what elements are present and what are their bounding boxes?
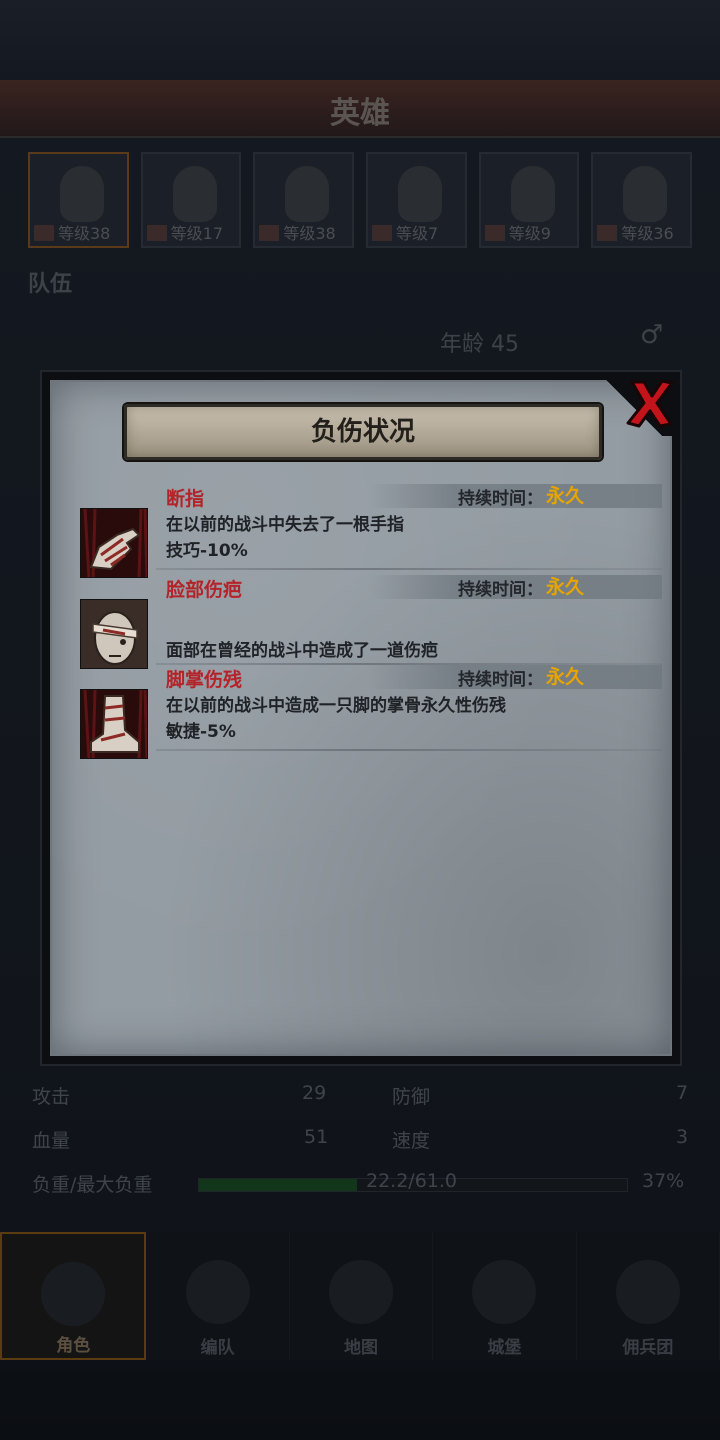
- hero-slot-6[interactable]: 等级36: [591, 152, 693, 248]
- stat-row: 攻击 29 防御 7: [32, 1082, 689, 1108]
- injury-effect: 敏捷-5%: [166, 722, 236, 742]
- swords-icon: [185, 1260, 250, 1324]
- hero-level: 等级36: [621, 224, 674, 243]
- hero-slot-3[interactable]: 等级38: [253, 152, 355, 248]
- hero-portrait: [623, 166, 668, 222]
- bandaged-face-icon: [80, 599, 148, 669]
- screen-title: 英雄: [330, 96, 390, 131]
- hero-portrait: [60, 166, 104, 222]
- hero-portrait: [285, 166, 330, 222]
- divider: [156, 749, 662, 751]
- injury-name: 脚掌伤残: [166, 669, 243, 691]
- castle-icon: [472, 1260, 537, 1324]
- injury-effect: 技巧-10%: [166, 541, 248, 561]
- class-icon: [34, 225, 54, 241]
- load-bar-fill: [199, 1179, 358, 1191]
- hero-portrait: [398, 166, 443, 222]
- hero-portrait: [510, 166, 555, 222]
- hero-portrait: [172, 166, 217, 222]
- bandaged-foot-icon: [80, 689, 148, 759]
- load-row: 负重/最大负重 22.2/61.0 37%: [32, 1170, 685, 1196]
- close-button[interactable]: [624, 376, 676, 430]
- dialog-title: 负伤状况: [310, 417, 415, 447]
- hero-roster: 等级38 等级17 等级38 等级7 等级9 等级36: [28, 152, 693, 252]
- class-icon: [372, 225, 393, 241]
- hero-slot-1[interactable]: 等级38: [28, 152, 129, 248]
- hero-slot-2[interactable]: 等级17: [140, 152, 242, 248]
- hero-level: 等级9: [508, 224, 551, 243]
- age-readout: 年龄 45: [440, 332, 520, 357]
- team-label: 队伍: [28, 272, 73, 297]
- mercenary-icon: [615, 1260, 680, 1324]
- injury-description: 在以前的战斗中失去了一根手指: [166, 515, 404, 535]
- injury-name: 脸部伤疤: [166, 579, 243, 601]
- injury-description: 在以前的战斗中造成一只脚的掌骨永久性伤残: [166, 696, 506, 716]
- hero-slot-4[interactable]: 等级7: [366, 152, 467, 248]
- dialog-title-banner: 负伤状况: [124, 404, 602, 460]
- knight-icon: [41, 1262, 106, 1326]
- duration-value: 永久: [546, 485, 585, 507]
- hero-level: 等级7: [396, 224, 439, 243]
- class-icon: [597, 225, 618, 241]
- hero-slot-5[interactable]: 等级9: [478, 152, 580, 248]
- class-icon: [484, 225, 505, 241]
- duration-label: 持续时间：: [458, 489, 543, 509]
- hero-level: 等级38: [283, 224, 336, 243]
- bandaged-hand-icon: [80, 508, 148, 578]
- gender-icon: ♂: [640, 320, 664, 350]
- close-x-icon: [626, 379, 674, 428]
- injury-description: 面部在曾经的战斗中造成了一道伤疤: [166, 641, 438, 661]
- nav-formation[interactable]: 编队: [146, 1232, 290, 1360]
- stat-row: 血量 51 速度 3: [32, 1126, 689, 1152]
- duration-value: 永久: [546, 576, 585, 598]
- injury-item: 持续时间： 永久 脚掌伤残 在以前的战斗中造成一只脚的掌骨永久性伤残 敏捷-5%: [78, 665, 662, 759]
- duration-value: 永久: [546, 666, 585, 688]
- nav-character[interactable]: 角色: [0, 1232, 147, 1360]
- hero-level: 等级38: [58, 224, 111, 243]
- hero-level: 等级17: [170, 224, 224, 243]
- divider: [156, 568, 662, 570]
- class-icon: [146, 225, 167, 241]
- injury-item: 持续时间： 永久 断指 在以前的战斗中失去了一根手指 技巧-10%: [78, 484, 662, 578]
- nav-map[interactable]: 地图: [290, 1232, 434, 1360]
- nav-castle[interactable]: 城堡: [433, 1232, 577, 1360]
- injury-name: 断指: [166, 488, 205, 510]
- class-icon: [259, 225, 280, 241]
- bottom-nav: 角色 编队 地图 城堡 佣兵团: [0, 1232, 720, 1360]
- duration-label: 持续时间：: [458, 670, 543, 690]
- injury-item: 持续时间： 永久 脸部伤疤 面部在曾经的战斗中造成了一道伤疤: [78, 575, 662, 669]
- compass-icon: [329, 1260, 394, 1324]
- nav-mercenaries[interactable]: 佣兵团: [577, 1232, 720, 1360]
- duration-label: 持续时间：: [458, 580, 543, 600]
